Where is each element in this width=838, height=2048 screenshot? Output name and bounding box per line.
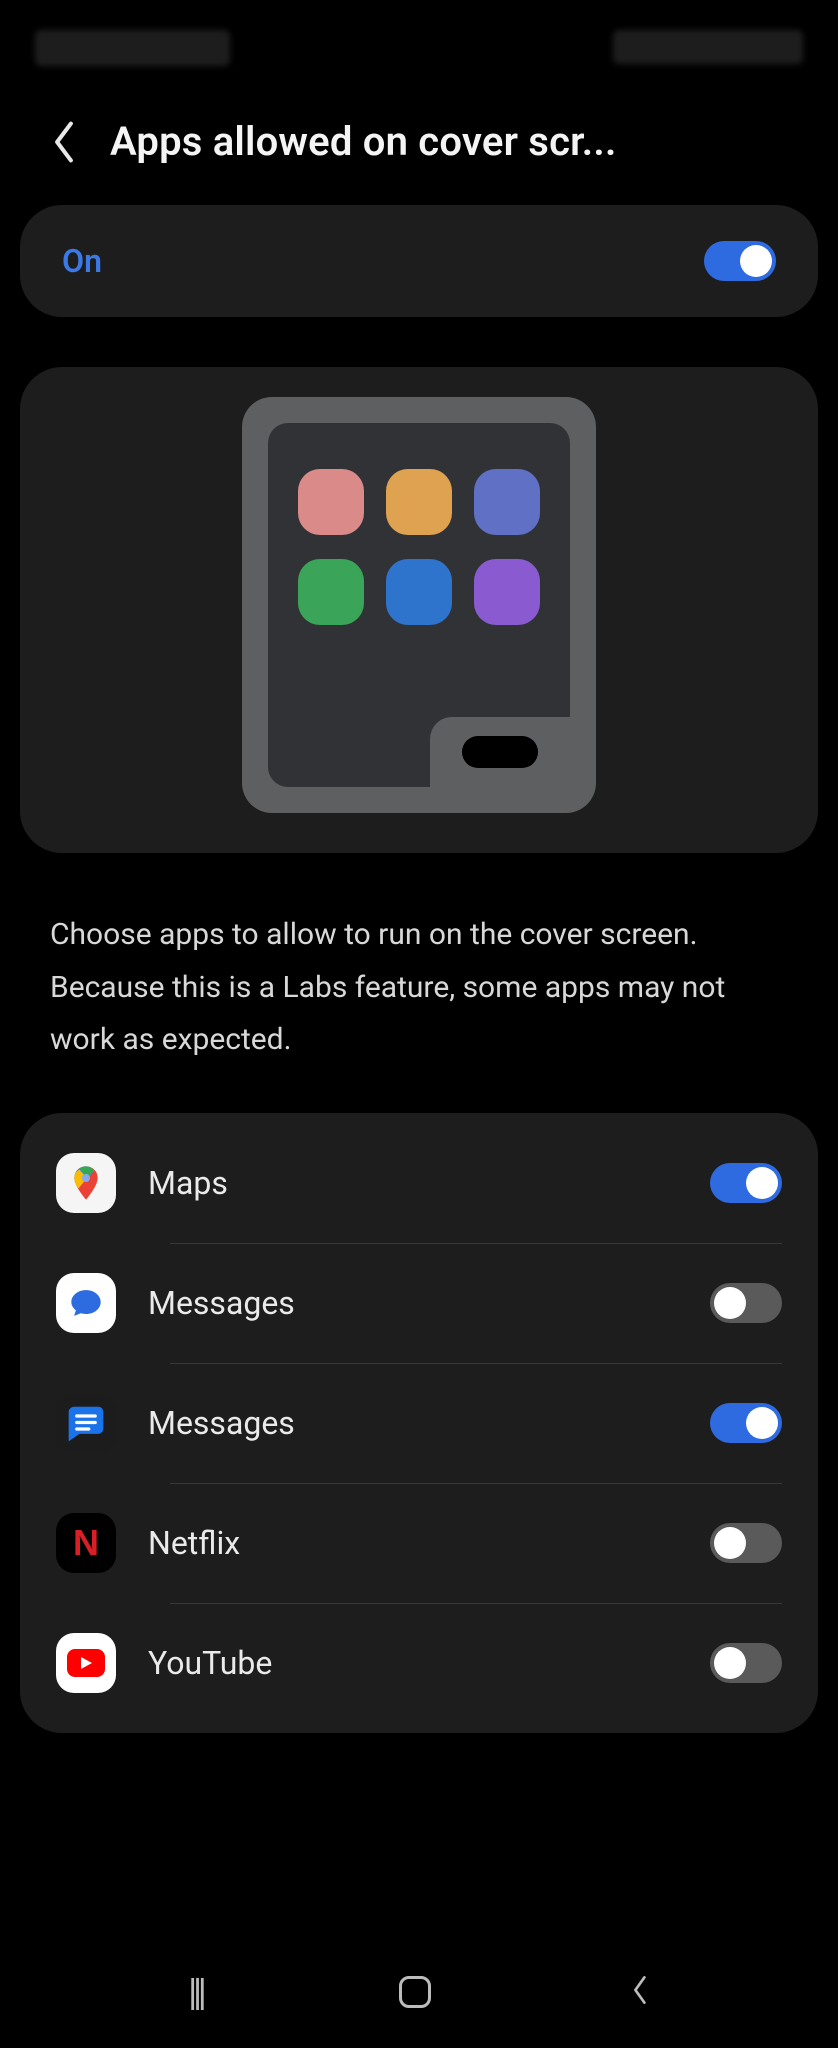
app-row-messages-samsung[interactable]: Messages (20, 1243, 818, 1363)
app-grid-illustration (296, 469, 542, 625)
device-notch (430, 717, 570, 787)
grid-app-green-icon (298, 559, 364, 625)
app-label: Messages (148, 1404, 678, 1442)
app-toggle-netflix[interactable] (710, 1523, 782, 1563)
device-screen (268, 423, 570, 787)
maps-icon (56, 1153, 116, 1213)
app-toggle-messages-google[interactable] (710, 1403, 782, 1443)
app-label: Netflix (148, 1524, 678, 1562)
feature-description: Choose apps to allow to run on the cover… (0, 853, 838, 1113)
app-label: Maps (148, 1164, 678, 1202)
chevron-left-icon (50, 119, 78, 165)
grid-app-blue2-icon (386, 559, 452, 625)
status-right-redacted (613, 30, 803, 64)
grid-app-blue-icon (474, 469, 540, 535)
app-row-maps[interactable]: Maps (20, 1123, 818, 1243)
page-title: Apps allowed on cover scr... (110, 118, 792, 165)
master-toggle-row[interactable]: On (20, 205, 818, 317)
app-toggle-messages-samsung[interactable] (710, 1283, 782, 1323)
app-toggle-maps[interactable] (710, 1163, 782, 1203)
device-camera-cutout-icon (462, 736, 538, 768)
back-button[interactable] (46, 124, 82, 160)
app-row-messages-google[interactable]: Messages (20, 1363, 818, 1483)
app-row-youtube[interactable]: YouTube (20, 1603, 818, 1723)
app-list: Maps Messages Messages N Netflix (20, 1113, 818, 1733)
navigation-bar: ||| (0, 1948, 838, 2048)
master-toggle-label: On (62, 242, 102, 280)
device-outline (242, 397, 596, 813)
nav-back-button[interactable] (628, 1972, 650, 2012)
grid-app-orange-icon (386, 469, 452, 535)
grid-app-pink-icon (298, 469, 364, 535)
nav-home-button[interactable] (399, 1976, 431, 2008)
status-left-redacted (35, 30, 230, 66)
app-label: Messages (148, 1284, 678, 1322)
samsung-messages-icon (56, 1273, 116, 1333)
grid-app-purple-icon (474, 559, 540, 625)
page-header: Apps allowed on cover scr... (0, 70, 838, 205)
google-messages-icon (56, 1393, 116, 1453)
switch-knob (740, 245, 772, 277)
app-row-netflix[interactable]: N Netflix (20, 1483, 818, 1603)
app-label: YouTube (148, 1644, 678, 1682)
netflix-icon: N (56, 1513, 116, 1573)
nav-recents-button[interactable]: ||| (188, 1973, 203, 2012)
master-toggle-switch[interactable] (704, 241, 776, 281)
youtube-icon (56, 1633, 116, 1693)
status-bar (0, 0, 838, 70)
cover-screen-illustration (20, 367, 818, 853)
app-toggle-youtube[interactable] (710, 1643, 782, 1683)
